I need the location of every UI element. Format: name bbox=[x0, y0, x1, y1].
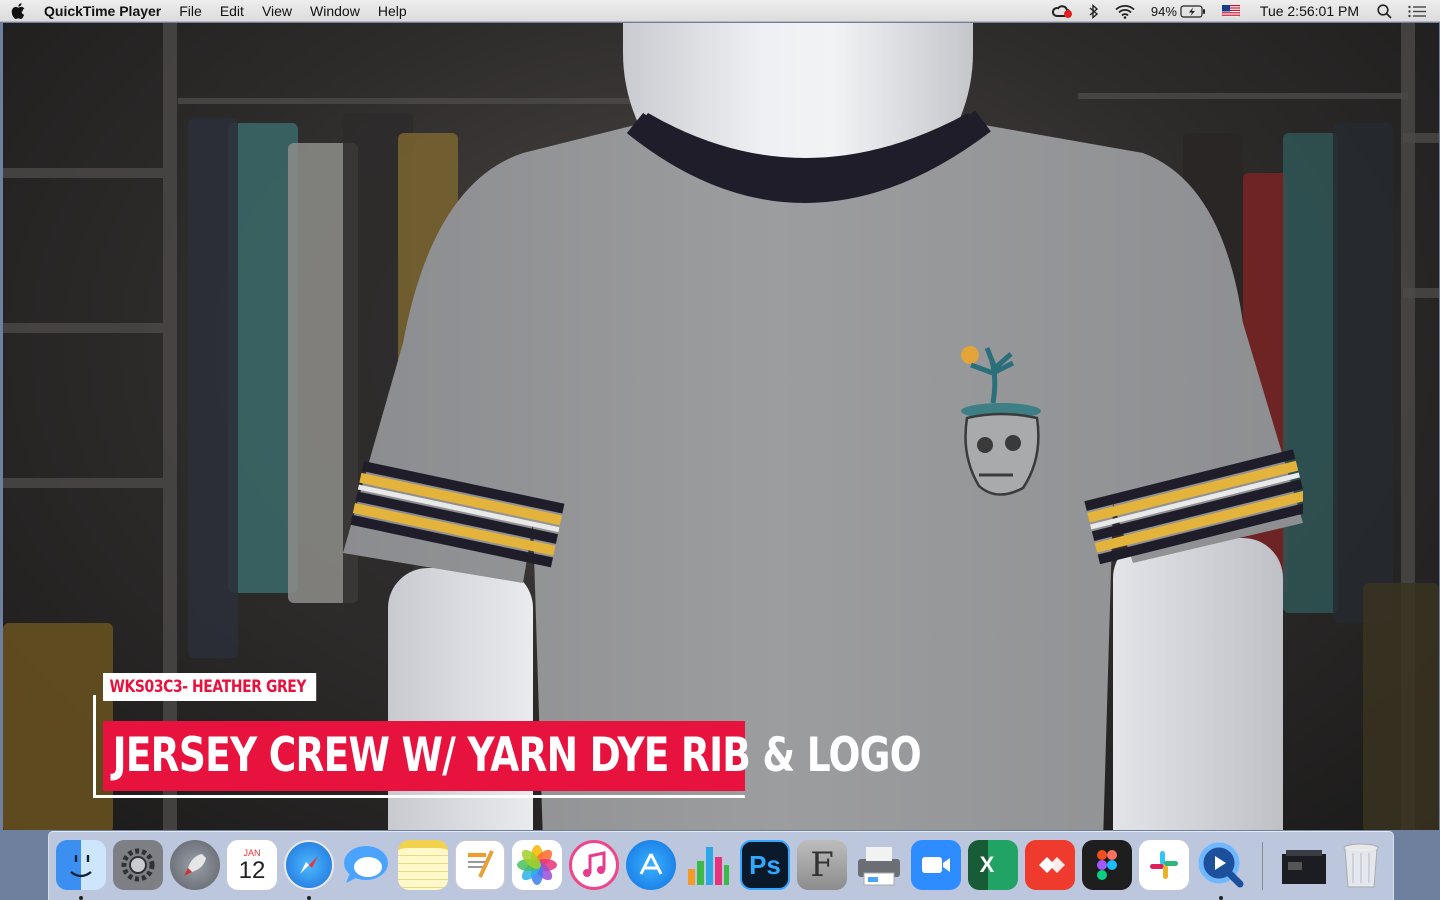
dock-item-downloads-stack[interactable] bbox=[1279, 840, 1329, 890]
menu-help[interactable]: Help bbox=[369, 0, 416, 22]
dock-item-printer[interactable] bbox=[854, 840, 904, 890]
dock-item-safari[interactable] bbox=[284, 840, 334, 900]
background-shelf bbox=[3, 323, 163, 333]
running-indicator bbox=[79, 896, 83, 900]
apple-menu-icon[interactable] bbox=[0, 0, 36, 22]
photoshop-icon: Ps bbox=[740, 840, 790, 890]
calendar-icon: JAN 12 bbox=[227, 840, 277, 890]
dock-item-font-book[interactable]: F bbox=[797, 840, 847, 890]
dock-item-zoom[interactable] bbox=[911, 840, 961, 890]
anydesk-icon bbox=[1025, 840, 1075, 890]
running-indicator bbox=[1219, 896, 1223, 900]
input-source-flag-icon[interactable] bbox=[1214, 0, 1248, 22]
stack-folder-icon bbox=[1279, 840, 1329, 890]
running-indicator bbox=[307, 896, 311, 900]
background-shelf bbox=[1403, 288, 1439, 298]
bluetooth-icon[interactable] bbox=[1081, 0, 1107, 22]
dock-item-calendar[interactable]: JAN 12 bbox=[227, 840, 277, 890]
bar-chart-icon bbox=[683, 840, 733, 890]
hanging-shirt bbox=[1333, 123, 1393, 623]
background-shelf bbox=[3, 168, 163, 178]
hanging-shirt bbox=[1363, 583, 1439, 830]
dock-item-figma[interactable] bbox=[1082, 840, 1132, 890]
trash-icon bbox=[1336, 840, 1386, 890]
app-menu-quicktime[interactable]: QuickTime Player bbox=[36, 0, 170, 22]
dock-item-app-store[interactable] bbox=[626, 840, 676, 890]
hanging-shirt bbox=[188, 118, 238, 658]
battery-percent: 94% bbox=[1150, 3, 1177, 19]
dock-item-photoshop[interactable]: Ps bbox=[740, 840, 790, 890]
dock: JAN 12 Ps F X bbox=[48, 831, 1394, 900]
video-player-frame[interactable]: WKS03C3- HEATHER GREY JERSEY CREW W/ YAR… bbox=[3, 23, 1439, 830]
dock-item-music[interactable] bbox=[569, 840, 619, 890]
lower-third-title: WKS03C3- HEATHER GREY JERSEY CREW W/ YAR… bbox=[93, 673, 922, 798]
photos-flower-icon bbox=[512, 840, 562, 890]
app-store-icon bbox=[626, 840, 676, 890]
calendar-day: 12 bbox=[238, 857, 266, 884]
dock-item-anydesk[interactable] bbox=[1025, 840, 1075, 890]
notes-icon bbox=[398, 840, 448, 890]
battery-charging-icon bbox=[1180, 4, 1205, 18]
dock-item-launchpad[interactable] bbox=[170, 840, 220, 890]
dock-item-quicktime[interactable] bbox=[1196, 840, 1246, 900]
dock-item-pages[interactable] bbox=[455, 840, 505, 890]
battery-status[interactable]: 94% bbox=[1143, 0, 1214, 22]
pages-icon bbox=[455, 840, 505, 890]
figma-icon bbox=[1082, 840, 1132, 890]
slack-icon bbox=[1139, 840, 1189, 890]
menu-view[interactable]: View bbox=[253, 0, 301, 22]
background-shelf bbox=[3, 478, 163, 488]
excel-label: X bbox=[979, 852, 995, 877]
dock-item-numbers[interactable] bbox=[683, 840, 733, 890]
product-code-label: WKS03C3- HEATHER GREY bbox=[103, 673, 316, 701]
notification-center-icon[interactable] bbox=[1400, 0, 1440, 22]
dock-separator bbox=[1262, 842, 1263, 890]
photoshop-label: Ps bbox=[749, 849, 781, 880]
creative-cloud-icon[interactable] bbox=[1043, 0, 1081, 22]
menu-bar: QuickTime Player File Edit View Window H… bbox=[0, 0, 1440, 22]
dock-item-slack[interactable] bbox=[1139, 840, 1189, 890]
menu-window[interactable]: Window bbox=[301, 0, 369, 22]
font-book-icon: F bbox=[797, 840, 847, 890]
dock-item-excel[interactable]: X bbox=[968, 840, 1018, 890]
dock-item-notes[interactable] bbox=[398, 840, 448, 890]
dock-item-finder[interactable] bbox=[56, 840, 106, 900]
spotlight-search-icon[interactable] bbox=[1369, 0, 1400, 22]
font-book-label: F bbox=[810, 845, 834, 885]
music-note-icon bbox=[569, 840, 619, 890]
menu-edit[interactable]: Edit bbox=[211, 0, 253, 22]
product-title: JERSEY CREW W/ YARN DYE RIB & LOGO bbox=[112, 728, 922, 783]
finder-icon bbox=[56, 840, 106, 890]
rocket-icon bbox=[170, 840, 220, 890]
menu-file[interactable]: File bbox=[170, 0, 211, 22]
background-shelf bbox=[1403, 133, 1439, 143]
compass-icon bbox=[284, 840, 334, 890]
chat-bubble-icon bbox=[341, 840, 391, 890]
video-camera-icon bbox=[911, 840, 961, 890]
dock-item-system-preferences[interactable] bbox=[113, 840, 163, 890]
menubar-clock[interactable]: Tue 2:56:01 PM bbox=[1248, 0, 1369, 22]
excel-icon: X bbox=[968, 840, 1018, 890]
dock-item-photos[interactable] bbox=[512, 840, 562, 890]
gear-icon bbox=[113, 840, 163, 890]
dock-item-trash[interactable] bbox=[1336, 840, 1386, 890]
wifi-icon[interactable] bbox=[1107, 0, 1143, 22]
printer-icon bbox=[854, 840, 904, 890]
dock-item-messages[interactable] bbox=[341, 840, 391, 890]
quicktime-icon bbox=[1196, 840, 1246, 890]
